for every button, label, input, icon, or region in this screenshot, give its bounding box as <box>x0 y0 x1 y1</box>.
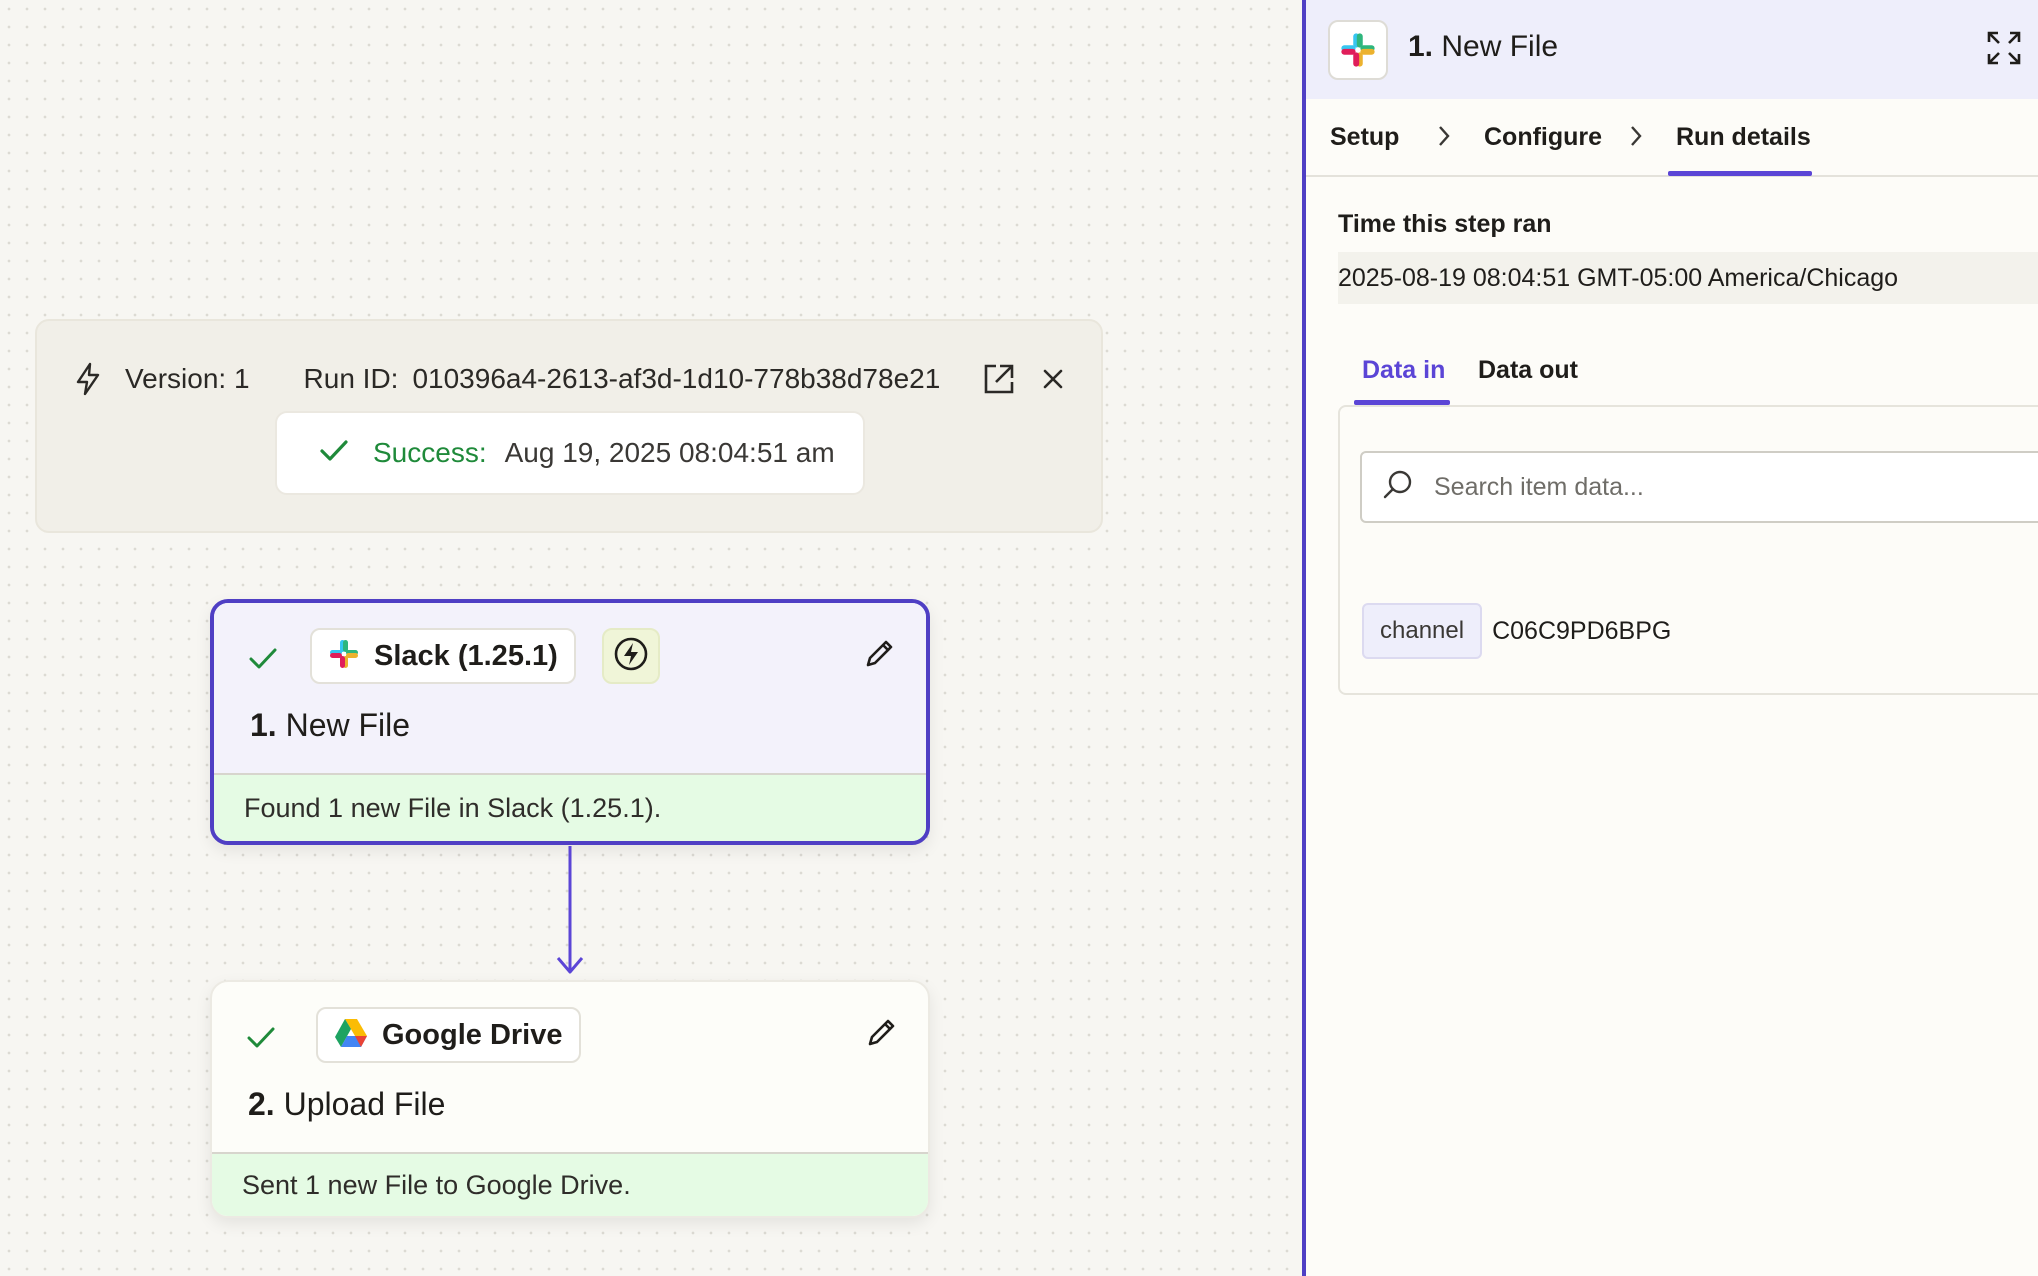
status-colon: : <box>478 437 487 468</box>
search-icon <box>1382 469 1414 506</box>
run-banner: Version: 1 Run ID: 010396a4-2613-af3d-1d… <box>35 319 1103 533</box>
edit-step-2-button[interactable] <box>864 1016 898 1055</box>
run-status-pill: Success: Aug 19, 2025 08:04:51 am <box>275 411 865 495</box>
run-id-label: Run ID: <box>303 363 399 394</box>
tab-configure[interactable]: Configure <box>1484 123 1602 152</box>
data-in-box: channel C06C9PD6BPG <box>1338 405 2038 695</box>
panel-header: 1. New File <box>1306 0 2038 99</box>
status-date: Aug 19, 2025 08:04:51 am <box>504 437 835 468</box>
app-chip-label: Google Drive <box>382 1018 563 1051</box>
time-ran-label: Time this step ran <box>1338 210 1552 238</box>
status-word: Success <box>373 437 479 468</box>
success-check-icon <box>319 439 349 468</box>
step-name: New File <box>285 707 411 743</box>
app-chip-google-drive: Google Drive <box>316 1007 581 1063</box>
step-title: 1. New File <box>250 707 410 744</box>
google-drive-icon <box>334 1018 368 1053</box>
panel-title: 1. New File <box>1408 30 1558 64</box>
tab-run-details[interactable]: Run details <box>1676 123 1811 152</box>
connector-arrow <box>556 846 584 974</box>
tab-data-in[interactable]: Data in <box>1362 356 1445 385</box>
step-card-slack[interactable]: Slack (1.25.1) 1. New File Found 1 new F… <box>210 599 930 845</box>
open-external-icon[interactable] <box>979 359 1019 399</box>
panel-step-number: 1. <box>1408 30 1434 63</box>
step-name: Upload File <box>283 1086 446 1122</box>
step-title: 2. Upload File <box>248 1086 445 1123</box>
data-item-key: channel <box>1362 603 1483 659</box>
chevron-right-icon <box>1436 124 1452 153</box>
edit-step-1-button[interactable] <box>862 637 896 676</box>
lightning-circle-icon <box>613 636 649 677</box>
step-check-icon <box>246 1026 276 1055</box>
run-info-row: Version: 1 Run ID: 010396a4-2613-af3d-1d… <box>73 359 940 399</box>
breadcrumb: Setup Configure Run details <box>1306 99 2038 177</box>
slack-icon <box>328 638 360 675</box>
time-ran-value: 2025-08-19 08:04:51 GMT-05:00 America/Ch… <box>1338 252 2038 304</box>
expand-icon[interactable] <box>1986 30 2022 71</box>
data-tabs: Data in Data out <box>1338 346 2038 406</box>
step-card-google-drive[interactable]: Google Drive 2. Upload File Sent 1 new F… <box>210 980 930 1218</box>
tab-setup[interactable]: Setup <box>1330 123 1399 152</box>
step-status: Sent 1 new File to Google Drive. <box>212 1152 928 1216</box>
panel-step-name: New File <box>1441 30 1559 63</box>
slack-icon <box>1328 20 1388 80</box>
step-number: 2. <box>248 1086 275 1122</box>
app-chip-label: Slack (1.25.1) <box>374 639 558 672</box>
version-label: Version: 1 <box>125 363 250 394</box>
data-item-row: channel C06C9PD6BPG <box>1362 603 1671 659</box>
step-number: 1. <box>250 707 277 743</box>
trigger-badge <box>602 628 660 684</box>
step-check-icon <box>248 647 278 676</box>
active-tab-indicator <box>1668 171 1812 176</box>
lightning-icon <box>73 362 103 396</box>
step-status: Found 1 new File in Slack (1.25.1). <box>214 773 926 841</box>
step-details-panel: 1. New File Setup Configure Run details … <box>1302 0 2038 1276</box>
run-id-value: 010396a4-2613-af3d-1d10-778b38d78e21 <box>412 363 941 394</box>
data-item-value: C06C9PD6BPG <box>1492 616 1672 645</box>
search-box <box>1360 451 2038 523</box>
app-chip-slack: Slack (1.25.1) <box>310 628 576 684</box>
tab-data-out[interactable]: Data out <box>1478 356 1578 385</box>
chevron-right-icon <box>1628 124 1644 153</box>
search-input[interactable] <box>1434 472 1994 502</box>
close-icon[interactable] <box>1033 359 1073 399</box>
